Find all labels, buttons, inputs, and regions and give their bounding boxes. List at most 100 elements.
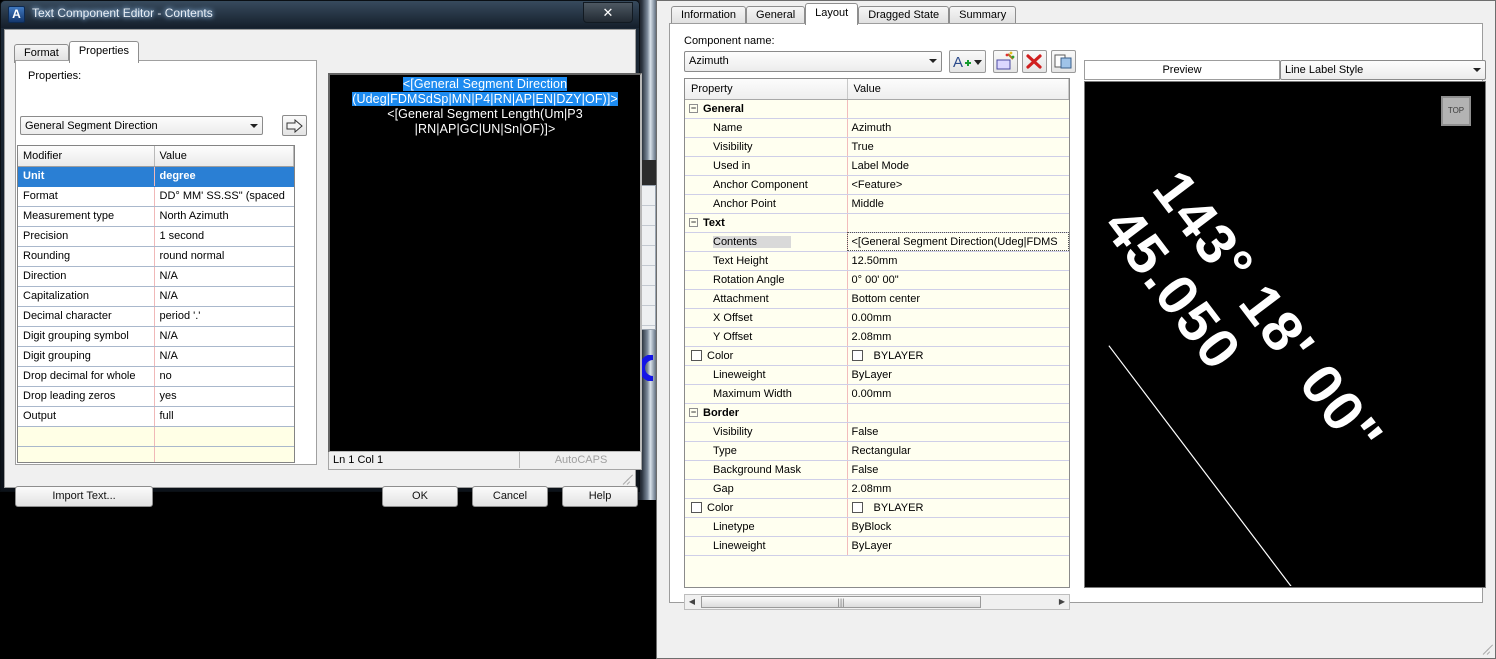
- property-value-cell[interactable]: 0.00mm: [847, 308, 1069, 328]
- property-category-row[interactable]: − General: [685, 99, 1069, 119]
- property-row[interactable]: X Offset 0.00mm: [685, 308, 1069, 328]
- property-row[interactable]: Rotation Angle 0° 00' 00": [685, 270, 1069, 290]
- hscrollbar-thumb[interactable]: |||: [701, 596, 981, 608]
- insert-arrow-button[interactable]: [282, 115, 307, 136]
- copy-component-button[interactable]: [993, 50, 1018, 73]
- value-cell[interactable]: no: [154, 366, 294, 387]
- table-row[interactable]: Capitalization N/A: [18, 286, 294, 307]
- property-row[interactable]: Name Azimuth: [685, 118, 1069, 138]
- value-cell[interactable]: period '.': [154, 306, 294, 327]
- property-value-cell[interactable]: False: [847, 422, 1069, 442]
- value-cell[interactable]: N/A: [154, 346, 294, 367]
- table-row[interactable]: Format DD° MM' SS.SS" (spaced: [18, 186, 294, 207]
- property-value-cell[interactable]: BYLAYER: [847, 498, 1069, 518]
- table-row[interactable]: Direction N/A: [18, 266, 294, 287]
- property-category-cell[interactable]: − Text: [685, 213, 848, 233]
- value-cell[interactable]: N/A: [154, 266, 294, 287]
- color-swatch-checkbox[interactable]: [851, 350, 863, 362]
- property-category-cell[interactable]: − General: [685, 99, 848, 119]
- left-window-close-button[interactable]: ✕: [583, 2, 633, 23]
- color-checkbox[interactable]: [691, 502, 702, 514]
- property-value-cell[interactable]: [847, 213, 1069, 233]
- property-row[interactable]: Background Mask False: [685, 460, 1069, 480]
- preview-viewport[interactable]: TOP 143° 18' 00" 45.050: [1084, 81, 1486, 588]
- left-help-button[interactable]: Help: [562, 486, 638, 507]
- property-category-row[interactable]: − Text: [685, 213, 1069, 233]
- contents-text-editor-inner[interactable]: <[General Segment Direction (Udeg|FDMSdS…: [332, 77, 638, 449]
- table-row[interactable]: Measurement type North Azimuth: [18, 206, 294, 227]
- property-value-cell[interactable]: True: [847, 137, 1069, 157]
- property-value-cell[interactable]: 0° 00' 00": [847, 270, 1069, 290]
- collapse-icon[interactable]: −: [689, 408, 698, 418]
- delete-component-button[interactable]: [1022, 50, 1047, 73]
- value-cell[interactable]: yes: [154, 386, 294, 407]
- property-row[interactable]: Anchor Point Middle: [685, 194, 1069, 214]
- collapse-icon[interactable]: −: [689, 218, 698, 228]
- color-checkbox[interactable]: [691, 350, 702, 362]
- property-value-cell[interactable]: 2.08mm: [847, 479, 1069, 499]
- table-row[interactable]: Rounding round normal: [18, 246, 294, 267]
- color-swatch-checkbox[interactable]: [851, 502, 863, 514]
- property-value-cell[interactable]: Azimuth: [847, 118, 1069, 138]
- import-text-button[interactable]: Import Text...: [15, 486, 153, 507]
- property-row[interactable]: Linetype ByBlock: [685, 517, 1069, 537]
- property-row[interactable]: Visibility False: [685, 422, 1069, 442]
- property-row[interactable]: Color BYLAYER: [685, 498, 1069, 518]
- property-value-cell[interactable]: ByBlock: [847, 517, 1069, 537]
- properties-combo[interactable]: General Segment Direction: [20, 116, 263, 135]
- modifier-table[interactable]: Modifier Value Unit degree Format DD° MM' S…: [17, 145, 295, 463]
- left-ok-button[interactable]: OK: [382, 486, 458, 507]
- property-row[interactable]: Y Offset 2.08mm: [685, 327, 1069, 347]
- property-value-cell[interactable]: <[General Segment Direction(Udeg|FDMS: [847, 232, 1069, 252]
- right-window-resize-grip[interactable]: [1481, 644, 1494, 656]
- left-window-resize-grip[interactable]: [621, 474, 634, 486]
- property-row[interactable]: Anchor Component <Feature>: [685, 175, 1069, 195]
- create-text-component-button[interactable]: A: [949, 50, 986, 73]
- tab-layout[interactable]: Layout: [805, 3, 859, 25]
- value-cell[interactable]: 1 second: [154, 226, 294, 247]
- property-row[interactable]: Attachment Bottom center: [685, 289, 1069, 309]
- table-row[interactable]: Drop leading zeros yes: [18, 386, 294, 407]
- scroll-left-arrow-icon[interactable]: ◀: [685, 595, 699, 609]
- table-row[interactable]: Decimal character period '.': [18, 306, 294, 327]
- property-value-cell[interactable]: <Feature>: [847, 175, 1069, 195]
- property-row[interactable]: Maximum Width 0.00mm: [685, 384, 1069, 404]
- table-row[interactable]: Precision 1 second: [18, 226, 294, 247]
- property-value-cell[interactable]: Label Mode: [847, 156, 1069, 176]
- property-row[interactable]: Lineweight ByLayer: [685, 365, 1069, 385]
- property-row[interactable]: Lineweight ByLayer: [685, 536, 1069, 556]
- collapse-icon[interactable]: −: [689, 104, 698, 114]
- property-value-cell[interactable]: BYLAYER: [847, 346, 1069, 366]
- property-value-cell[interactable]: [847, 99, 1069, 119]
- property-value-cell[interactable]: ByLayer: [847, 536, 1069, 556]
- property-row[interactable]: Type Rectangular: [685, 441, 1069, 461]
- property-value-cell[interactable]: Bottom center: [847, 289, 1069, 309]
- property-grid-hscrollbar[interactable]: ◀ ||| ▶: [684, 594, 1070, 610]
- value-cell[interactable]: North Azimuth: [154, 206, 294, 227]
- value-cell[interactable]: DD° MM' SS.SS" (spaced: [154, 186, 294, 207]
- value-cell[interactable]: N/A: [154, 326, 294, 347]
- value-cell[interactable]: N/A: [154, 286, 294, 307]
- property-grid[interactable]: Property Value − General Name Azimuth Visibi…: [684, 78, 1070, 588]
- contents-text-editor[interactable]: <[General Segment Direction (Udeg|FDMSdS…: [328, 73, 642, 453]
- value-cell[interactable]: degree: [154, 166, 294, 187]
- tab-properties[interactable]: Properties: [68, 41, 139, 63]
- property-value-cell[interactable]: ByLayer: [847, 365, 1069, 385]
- property-value-cell[interactable]: 12.50mm: [847, 251, 1069, 271]
- value-cell[interactable]: round normal: [154, 246, 294, 267]
- property-value-cell[interactable]: False: [847, 460, 1069, 480]
- duplicate-component-button[interactable]: [1051, 50, 1076, 73]
- property-value-cell[interactable]: Middle: [847, 194, 1069, 214]
- preview-style-combo[interactable]: Line Label Style: [1280, 60, 1486, 80]
- property-category-row[interactable]: − Border: [685, 403, 1069, 423]
- property-value-cell[interactable]: 0.00mm: [847, 384, 1069, 404]
- table-row[interactable]: Digit grouping symbol N/A: [18, 326, 294, 347]
- table-row[interactable]: Output full: [18, 406, 294, 427]
- property-row[interactable]: Text Height 12.50mm: [685, 251, 1069, 271]
- component-name-combo[interactable]: Azimuth: [684, 51, 942, 72]
- property-row[interactable]: Contents <[General Segment Direction(Udeg…: [685, 232, 1069, 252]
- left-cancel-button[interactable]: Cancel: [472, 486, 548, 507]
- property-value-cell[interactable]: 2.08mm: [847, 327, 1069, 347]
- property-value-cell[interactable]: [847, 403, 1069, 423]
- value-cell[interactable]: full: [154, 406, 294, 427]
